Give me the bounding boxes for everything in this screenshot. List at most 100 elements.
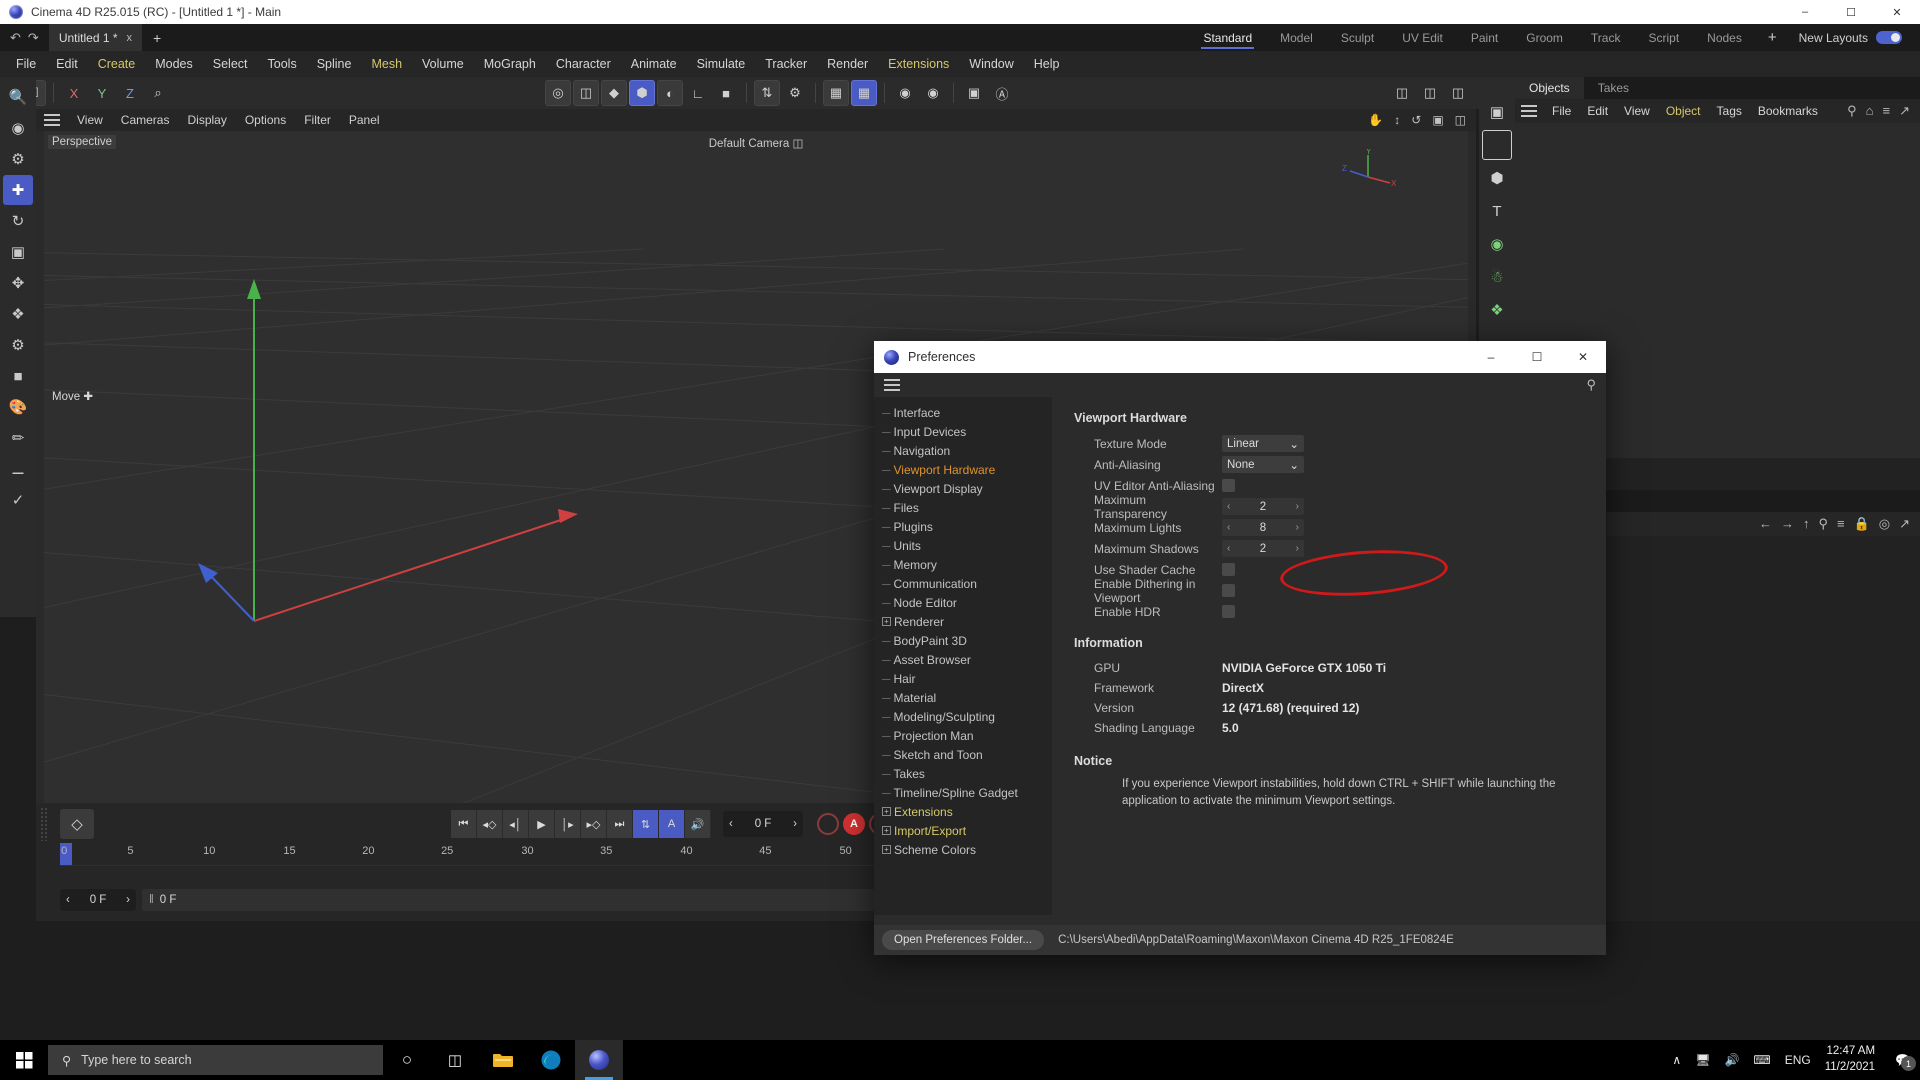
menu-render[interactable]: Render bbox=[817, 51, 878, 77]
camera-icon-3[interactable]: ◫ bbox=[1445, 80, 1471, 106]
edge-mode-icon[interactable]: ◫ bbox=[573, 80, 599, 106]
pref-tree-timeline-spline-gadget[interactable]: ─ Timeline/Spline Gadget bbox=[874, 783, 1052, 802]
dock-attributes-icon[interactable]: ▣ bbox=[1482, 97, 1512, 127]
lock-y-axis-icon[interactable]: Y bbox=[89, 80, 115, 106]
menu-tracker[interactable]: Tracker bbox=[755, 51, 817, 77]
chevron-up-icon[interactable]: ∧ bbox=[1672, 1053, 1681, 1067]
notification-center-icon[interactable]: 💬 1 bbox=[1895, 1053, 1916, 1071]
forward-arrow-icon[interactable]: → bbox=[1781, 516, 1794, 532]
dock-cube-icon[interactable]: ⬢ bbox=[1482, 163, 1512, 193]
pref-tree-takes[interactable]: ─ Takes bbox=[874, 764, 1052, 783]
menu-tools[interactable]: Tools bbox=[258, 51, 307, 77]
snap-icon[interactable]: ⇅ bbox=[754, 80, 780, 106]
undo-icon[interactable]: ↶ bbox=[10, 30, 21, 46]
pref-tree-communication[interactable]: ─ Communication bbox=[874, 574, 1052, 593]
menu-file[interactable]: File bbox=[6, 51, 46, 77]
pref-tree-material[interactable]: ─ Material bbox=[874, 688, 1052, 707]
paint-tool-icon[interactable]: 🎨 bbox=[3, 392, 33, 422]
pref-tree-projection-man[interactable]: ─ Projection Man bbox=[874, 726, 1052, 745]
pref-tree-sketch-and-toon[interactable]: ─ Sketch and Toon bbox=[874, 745, 1052, 764]
menu-extensions[interactable]: Extensions bbox=[878, 51, 959, 77]
texture-mode-select[interactable]: Linear ⌄ bbox=[1222, 435, 1304, 452]
knife-tool-icon[interactable]: ⚙ bbox=[3, 330, 33, 360]
material-tool-icon[interactable]: ■ bbox=[3, 361, 33, 391]
pref-tree-interface[interactable]: ─ Interface bbox=[874, 403, 1052, 422]
lock-z-axis-icon[interactable]: Z bbox=[117, 80, 143, 106]
preferences-maximize-button[interactable]: ☐ bbox=[1514, 341, 1560, 373]
edge-icon[interactable] bbox=[527, 1040, 575, 1080]
language-indicator[interactable]: ENG bbox=[1785, 1053, 1811, 1067]
menu-animate[interactable]: Animate bbox=[621, 51, 687, 77]
viewport-maximize-icon[interactable]: ▣ bbox=[1432, 113, 1443, 127]
preferences-minimize-button[interactable]: – bbox=[1468, 341, 1514, 373]
document-tab[interactable]: Untitled 1 * x bbox=[48, 24, 143, 51]
viewport-menu-cameras[interactable]: Cameras bbox=[112, 113, 179, 127]
layout-tab-uv-edit[interactable]: UV Edit bbox=[1388, 24, 1457, 51]
render-queue-icon[interactable]: ▣ bbox=[961, 80, 987, 106]
objects-menu-object[interactable]: Object bbox=[1658, 104, 1709, 118]
start-button[interactable] bbox=[0, 1040, 48, 1080]
previous-key-button[interactable]: ◂◇ bbox=[477, 810, 503, 838]
model-mode-icon[interactable]: ⬢ bbox=[629, 80, 655, 106]
viewport-menu-display[interactable]: Display bbox=[178, 113, 235, 127]
redo-icon[interactable]: ↷ bbox=[28, 30, 39, 46]
layout-tab-standard[interactable]: Standard bbox=[1189, 24, 1266, 51]
grid-icon[interactable]: ▦ bbox=[823, 80, 849, 106]
viewport-menu-panel[interactable]: Panel bbox=[340, 113, 389, 127]
back-arrow-icon[interactable]: ← bbox=[1759, 516, 1772, 532]
pref-tree-memory[interactable]: ─ Memory bbox=[874, 555, 1052, 574]
record-keyframe-button[interactable]: ◇ bbox=[60, 809, 94, 839]
enable-dithering-checkbox[interactable] bbox=[1222, 584, 1235, 597]
pref-tree-input-devices[interactable]: ─ Input Devices bbox=[874, 422, 1052, 441]
layout-tab-sculpt[interactable]: Sculpt bbox=[1327, 24, 1388, 51]
viewport-menu-icon[interactable] bbox=[44, 114, 60, 126]
camera-icon-2[interactable]: ◫ bbox=[1417, 80, 1443, 106]
menu-volume[interactable]: Volume bbox=[412, 51, 474, 77]
preferences-menu-icon[interactable] bbox=[884, 379, 900, 391]
network-icon[interactable]: 🖥 bbox=[1695, 1053, 1710, 1067]
menu-edit[interactable]: Edit bbox=[46, 51, 88, 77]
uv-editor-anti-aliasing-checkbox[interactable] bbox=[1222, 479, 1235, 492]
volume-icon[interactable]: 🔊 bbox=[1724, 1053, 1739, 1067]
menu-create[interactable]: Create bbox=[88, 51, 146, 77]
next-key-button[interactable]: ▸◇ bbox=[581, 810, 607, 838]
add-document-button[interactable]: + bbox=[142, 24, 172, 51]
stepper-increment-icon[interactable]: › bbox=[1296, 501, 1299, 512]
maximum-shadows-stepper[interactable]: ‹ 2 › bbox=[1222, 540, 1304, 557]
taskbar-clock[interactable]: 12:47 AM 11/2/2021 bbox=[1825, 1044, 1875, 1075]
close-icon[interactable]: x bbox=[127, 32, 133, 44]
go-to-end-button[interactable]: ⏭ bbox=[607, 810, 633, 838]
tab-objects[interactable]: Objects bbox=[1515, 77, 1584, 99]
pref-tree-asset-browser[interactable]: ─ Asset Browser bbox=[874, 650, 1052, 669]
scale-tool-icon[interactable]: ▣ bbox=[3, 237, 33, 267]
viewport-zoom-icon[interactable]: ↕ bbox=[1394, 113, 1400, 127]
move-tool-icon[interactable]: ✚ bbox=[3, 175, 33, 205]
lock-icon[interactable]: 🔒 bbox=[1854, 516, 1870, 532]
menu-mesh[interactable]: Mesh bbox=[361, 51, 412, 77]
go-to-start-button[interactable]: ⏮ bbox=[451, 810, 477, 838]
point-mode-icon[interactable]: ◎ bbox=[545, 80, 571, 106]
objects-menu-tags[interactable]: Tags bbox=[1709, 104, 1750, 118]
filter-icon[interactable]: ≡ bbox=[1837, 516, 1845, 532]
viewport-layout-icon[interactable]: ◫ bbox=[1455, 113, 1466, 127]
eraser-tool-icon[interactable]: ⚊ bbox=[3, 454, 33, 484]
pref-tree-import-export[interactable]: + Import/Export bbox=[874, 821, 1052, 840]
pref-tree-modeling-sculpting[interactable]: ─ Modeling/Sculpting bbox=[874, 707, 1052, 726]
render-region-icon[interactable]: ◉ bbox=[920, 80, 946, 106]
expand-icon[interactable]: + bbox=[882, 826, 891, 835]
expand-icon[interactable]: + bbox=[882, 617, 891, 626]
polygon-mode-icon[interactable]: ◆ bbox=[601, 80, 627, 106]
live-selection-tool-icon[interactable]: 🔍 bbox=[3, 82, 33, 112]
objects-menu-icon[interactable] bbox=[1521, 105, 1537, 117]
window-maximize-button[interactable]: ☐ bbox=[1828, 0, 1874, 24]
use-shader-cache-checkbox[interactable] bbox=[1222, 563, 1235, 576]
pref-tree-viewport-hardware[interactable]: ─ Viewport Hardware bbox=[874, 460, 1052, 479]
task-view-icon[interactable]: ◫ bbox=[431, 1040, 479, 1080]
menu-help[interactable]: Help bbox=[1024, 51, 1070, 77]
dock-text-icon[interactable]: T bbox=[1482, 196, 1512, 226]
camera-icon-1[interactable]: ◫ bbox=[1389, 80, 1415, 106]
layout-tab-nodes[interactable]: Nodes bbox=[1693, 24, 1756, 51]
previous-frame-button[interactable]: ◂│ bbox=[503, 810, 529, 838]
autokeying-button[interactable]: A bbox=[659, 810, 685, 838]
axis-mode-icon[interactable]: ∟ bbox=[685, 80, 711, 106]
